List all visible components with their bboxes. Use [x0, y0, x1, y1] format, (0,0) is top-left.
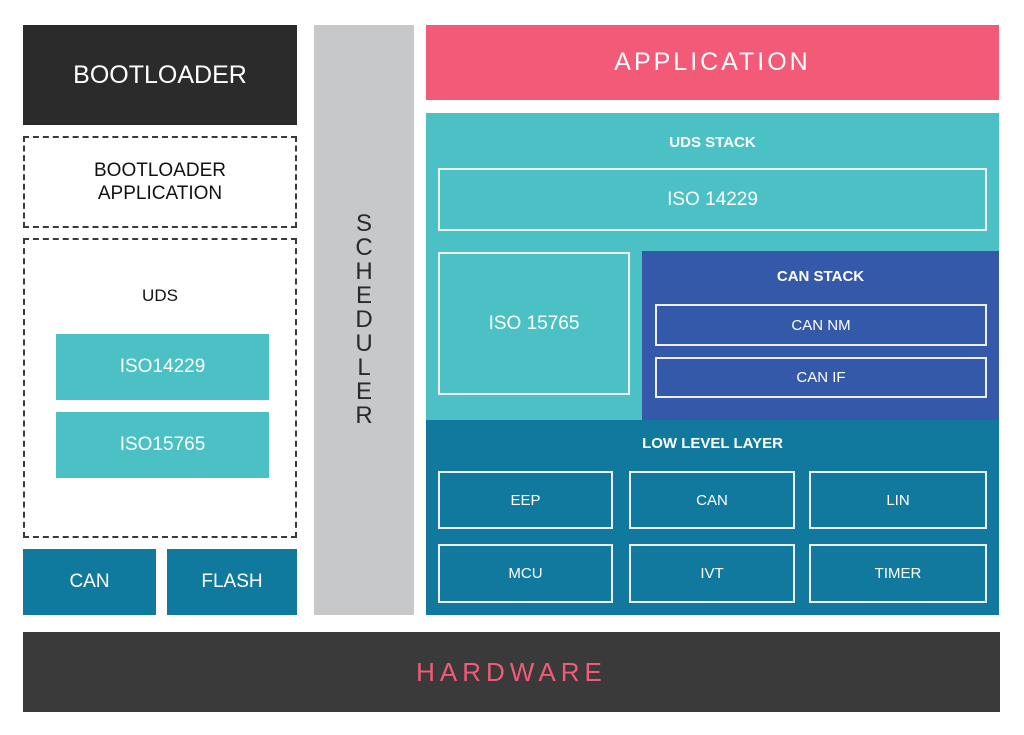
iso14229-block: ISO 14229: [438, 168, 987, 231]
bootloader-application-label: BOOTLOADER APPLICATION: [94, 160, 226, 204]
application-block: APPLICATION: [426, 25, 999, 100]
mcu-module: MCU: [438, 544, 613, 603]
bootloader-uds-label: UDS: [142, 286, 178, 305]
iso15765-label: ISO 15765: [488, 312, 580, 334]
eep-label: EEP: [510, 491, 541, 509]
timer-label: TIMER: [874, 565, 922, 582]
application-label: APPLICATION: [614, 48, 811, 76]
scheduler-label: SCHEDULER: [355, 210, 373, 429]
can-if-block: CAN IF: [655, 357, 987, 398]
bootloader-flash-block: FLASH: [167, 549, 297, 615]
bootloader-iso14229-label: ISO14229: [119, 356, 206, 377]
bootloader-can-label: CAN: [69, 571, 110, 592]
bootloader-iso15765-label: ISO15765: [119, 434, 206, 455]
can-module: CAN: [629, 471, 795, 529]
low-level-layer-label: LOW LEVEL LAYER: [642, 434, 783, 452]
timer-module: TIMER: [809, 544, 987, 603]
can-nm-block: CAN NM: [655, 304, 987, 346]
ivt-label: IVT: [700, 565, 724, 582]
can-nm-label: CAN NM: [791, 316, 851, 334]
bootloader-block: BOOTLOADER: [23, 25, 297, 125]
hardware-label: HARDWARE: [416, 656, 607, 687]
scheduler-block: SCHEDULER: [314, 25, 414, 615]
hardware-block: HARDWARE: [23, 632, 1000, 712]
ivt-module: IVT: [629, 544, 795, 603]
can-label: CAN: [696, 491, 728, 509]
can-if-label: CAN IF: [796, 369, 846, 386]
bootloader-application-block: BOOTLOADER APPLICATION: [23, 136, 297, 228]
mcu-label: MCU: [508, 565, 543, 582]
lin-label: LIN: [886, 491, 910, 509]
uds-stack-label: UDS STACK: [669, 133, 756, 151]
bootloader-iso15765-block: ISO15765: [56, 412, 269, 478]
bootloader-flash-label: FLASH: [201, 571, 263, 592]
iso14229-label: ISO 14229: [667, 188, 758, 210]
bootloader-can-block: CAN: [23, 549, 156, 615]
iso15765-block: ISO 15765: [438, 252, 630, 395]
eep-module: EEP: [438, 471, 613, 529]
bootloader-title: BOOTLOADER: [73, 60, 247, 89]
bootloader-iso14229-block: ISO14229: [56, 334, 269, 400]
lin-module: LIN: [809, 471, 987, 529]
can-stack-label: CAN STACK: [776, 267, 865, 285]
